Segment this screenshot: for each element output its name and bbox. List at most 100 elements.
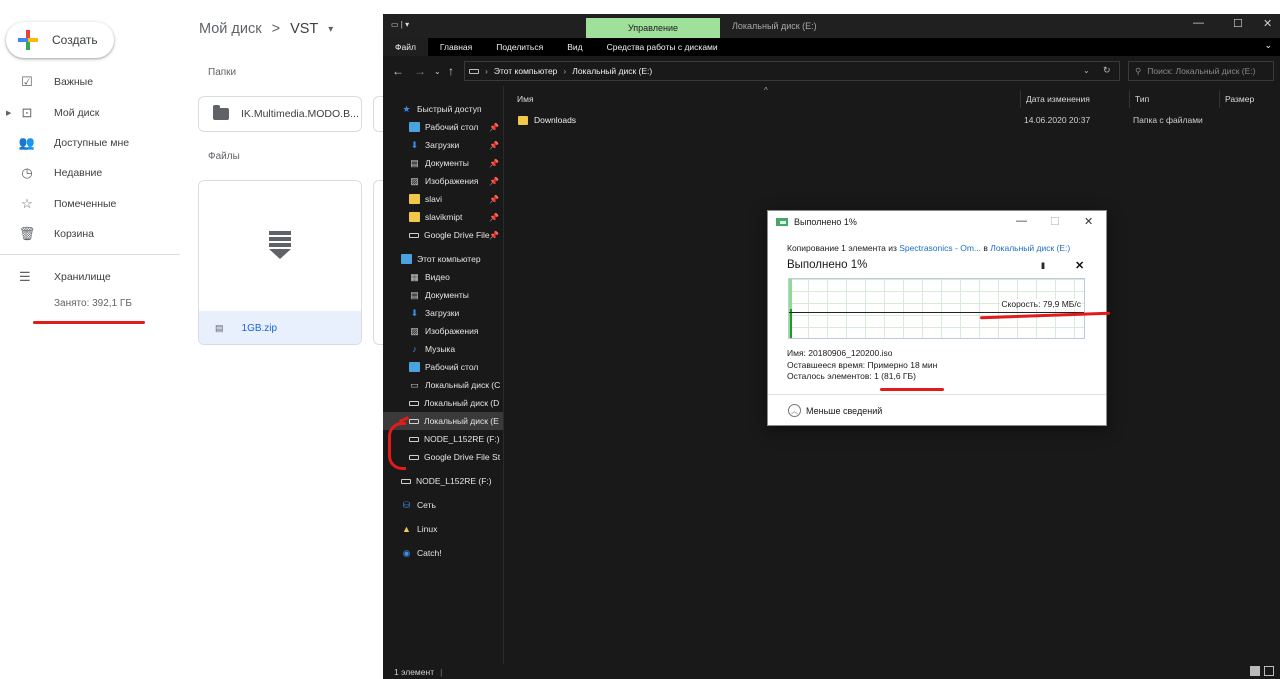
- nav-item-pc-desktop[interactable]: Рабочий стол: [383, 358, 503, 376]
- nav-item-downloads[interactable]: ⬇ Загрузки 📌: [383, 136, 503, 154]
- nav-item-google-drive-file[interactable]: Google Drive File 📌: [383, 226, 503, 244]
- large-icons-view-icon[interactable]: [1264, 666, 1274, 676]
- address-current[interactable]: Локальный диск (E:): [572, 66, 652, 76]
- pin-icon[interactable]: 📌: [489, 195, 499, 204]
- nav-item-label: Мой диск: [54, 106, 100, 119]
- recent-dropdown-icon[interactable]: ⌄: [434, 67, 441, 76]
- details-view-icon[interactable]: [1250, 666, 1260, 676]
- nav-item-documents[interactable]: ▤ Документы 📌: [383, 154, 503, 172]
- dialog-divider: [768, 394, 1106, 395]
- dialog-minimize-icon[interactable]: —: [1016, 215, 1027, 227]
- breadcrumb-root[interactable]: Мой диск: [199, 21, 262, 37]
- back-arrow-icon[interactable]: ←: [392, 64, 404, 78]
- nav-quick-access[interactable]: ★ Быстрый доступ: [383, 100, 503, 118]
- nav-item-trash[interactable]: 🗑 Корзина: [0, 219, 180, 249]
- maximize-icon[interactable]: ☐: [1233, 17, 1243, 30]
- forward-arrow-icon[interactable]: →: [414, 64, 426, 78]
- download-icon: ⬇: [410, 139, 419, 150]
- music-icon: ♪: [412, 344, 417, 354]
- nav-item-pc-documents[interactable]: ▤ Документы: [383, 286, 503, 304]
- source-link[interactable]: Spectrasonics - Om...: [899, 243, 981, 253]
- pin-icon[interactable]: 📌: [489, 159, 499, 168]
- less-details-button[interactable]: ︿ Меньше сведений: [788, 404, 882, 417]
- file-thumbnail: [199, 181, 361, 311]
- nav-item-drive-d[interactable]: Локальный диск (D: [383, 394, 503, 412]
- window-title: Локальный диск (E:): [732, 21, 817, 31]
- column-header-date[interactable]: Дата изменения: [1020, 90, 1128, 108]
- nav-item-network[interactable]: ⛁ Сеть: [383, 496, 503, 514]
- nav-item-slavikmipt[interactable]: slavikmipt 📌: [383, 208, 503, 226]
- create-button[interactable]: Создать: [6, 22, 114, 58]
- folder-card[interactable]: IK.Multimedia.MODO.B...: [198, 96, 362, 132]
- nav-item-recent[interactable]: ◷ Недавние: [0, 158, 180, 188]
- less-details-label: Меньше сведений: [806, 405, 883, 416]
- nav-item-pc-downloads[interactable]: ⬇ Загрузки: [383, 304, 503, 322]
- ribbon-tab-file[interactable]: Файл: [383, 38, 428, 56]
- ribbon-tab-view[interactable]: Вид: [555, 38, 594, 56]
- close-icon[interactable]: ✕: [1263, 17, 1272, 30]
- pin-icon[interactable]: 📌: [489, 141, 499, 150]
- column-header-name[interactable]: Имя: [512, 90, 1014, 108]
- file-row[interactable]: Downloads 14.06.2020 20:37 Папка с файла…: [518, 112, 1278, 128]
- pin-icon[interactable]: 📌: [489, 213, 499, 222]
- address-bar[interactable]: › Этот компьютер › Локальный диск (E:): [464, 61, 1120, 81]
- file-card[interactable]: ▤ 1GB.zip: [198, 180, 362, 345]
- destination-link[interactable]: Локальный диск (E:): [990, 243, 1070, 253]
- address-root[interactable]: Этот компьютер: [494, 66, 558, 76]
- tab-manage[interactable]: Управление: [586, 18, 720, 38]
- nav-item-video[interactable]: ▦ Видео: [383, 268, 503, 286]
- nav-item-desktop[interactable]: Рабочий стол 📌: [383, 118, 503, 136]
- quick-access-toolbar-icon[interactable]: ▭ | ▾: [391, 20, 409, 29]
- column-header-size[interactable]: Размер: [1219, 90, 1279, 108]
- navigation-pane: ★ Быстрый доступ Рабочий стол 📌 ⬇ Загруз…: [383, 86, 503, 664]
- pin-icon[interactable]: 📌: [489, 123, 499, 132]
- plus-icon: [18, 30, 38, 50]
- nav-item-storage[interactable]: ☰ Хранилище: [0, 266, 180, 288]
- nav-item-my-drive[interactable]: ▶ ⊡ Мой диск: [0, 97, 180, 127]
- file-name-bar: ▤ 1GB.zip: [199, 311, 361, 344]
- breadcrumb-dropdown-icon[interactable]: ▾: [328, 24, 333, 35]
- nav-item-drive-c[interactable]: ▭ Локальный диск (C: [383, 376, 503, 394]
- ribbon-tab-drive-tools[interactable]: Средства работы с дисками: [595, 38, 730, 56]
- priority-icon: ☑: [21, 74, 33, 90]
- search-input[interactable]: ⚲ Поиск: Локальный диск (E:): [1128, 61, 1274, 81]
- drive-icon: [469, 68, 479, 74]
- desktop-icon: [409, 362, 420, 372]
- nav-item-shared[interactable]: 👥 Доступные мне: [0, 128, 180, 158]
- speed-graph: Скорость: 79,9 МБ/с: [788, 278, 1085, 339]
- nav-item-label: Корзина: [54, 228, 94, 241]
- up-arrow-icon[interactable]: ↑: [448, 64, 454, 78]
- nav-item-pc-pictures[interactable]: ▨ Изображения: [383, 322, 503, 340]
- breadcrumb-current[interactable]: VST: [290, 21, 318, 37]
- column-header-type[interactable]: Тип: [1129, 90, 1219, 108]
- expand-caret-icon[interactable]: ▶: [6, 109, 11, 117]
- nav-item-pictures[interactable]: ▨ Изображения 📌: [383, 172, 503, 190]
- dialog-close-icon[interactable]: ✕: [1084, 215, 1093, 228]
- pause-button[interactable]: II: [1041, 261, 1045, 271]
- nav-item-priority[interactable]: ☑ Важные: [0, 67, 180, 97]
- speed-bar: [790, 309, 792, 338]
- nav-item-starred[interactable]: ☆ Помеченные: [0, 189, 180, 219]
- ribbon-tab-share[interactable]: Поделиться: [484, 38, 555, 56]
- minimize-icon[interactable]: —: [1193, 17, 1204, 29]
- ribbon-tab-home[interactable]: Главная: [428, 38, 484, 56]
- refresh-icon[interactable]: ↻: [1103, 65, 1111, 76]
- nav-item-catch[interactable]: ◉ Catch!: [383, 544, 503, 562]
- drive-nav: ☑ Важные ▶ ⊡ Мой диск 👥 Доступные мне ◷ …: [0, 67, 180, 249]
- nav-divider: [0, 254, 180, 255]
- drive-icon: [409, 400, 419, 406]
- nav-this-pc[interactable]: Этот компьютер: [383, 250, 503, 268]
- pin-icon[interactable]: 📌: [489, 231, 499, 240]
- nav-item-node-drive[interactable]: NODE_L152RE (F:): [383, 472, 503, 490]
- search-icon: ⚲: [1135, 65, 1142, 76]
- cancel-copy-button[interactable]: ✕: [1075, 259, 1084, 272]
- address-dropdown-icon[interactable]: ⌄: [1083, 66, 1090, 75]
- pin-icon[interactable]: 📌: [489, 177, 499, 186]
- ribbon-expand-chevron-icon[interactable]: ⌄: [1264, 40, 1272, 51]
- nav-item-label: Важные: [54, 76, 94, 89]
- nav-item-music[interactable]: ♪ Музыка: [383, 340, 503, 358]
- desktop-icon: [409, 122, 420, 132]
- nav-item-slavi[interactable]: slavi 📌: [383, 190, 503, 208]
- nav-item-linux[interactable]: ▲ Linux: [383, 520, 503, 538]
- pictures-icon: ▨: [410, 325, 419, 336]
